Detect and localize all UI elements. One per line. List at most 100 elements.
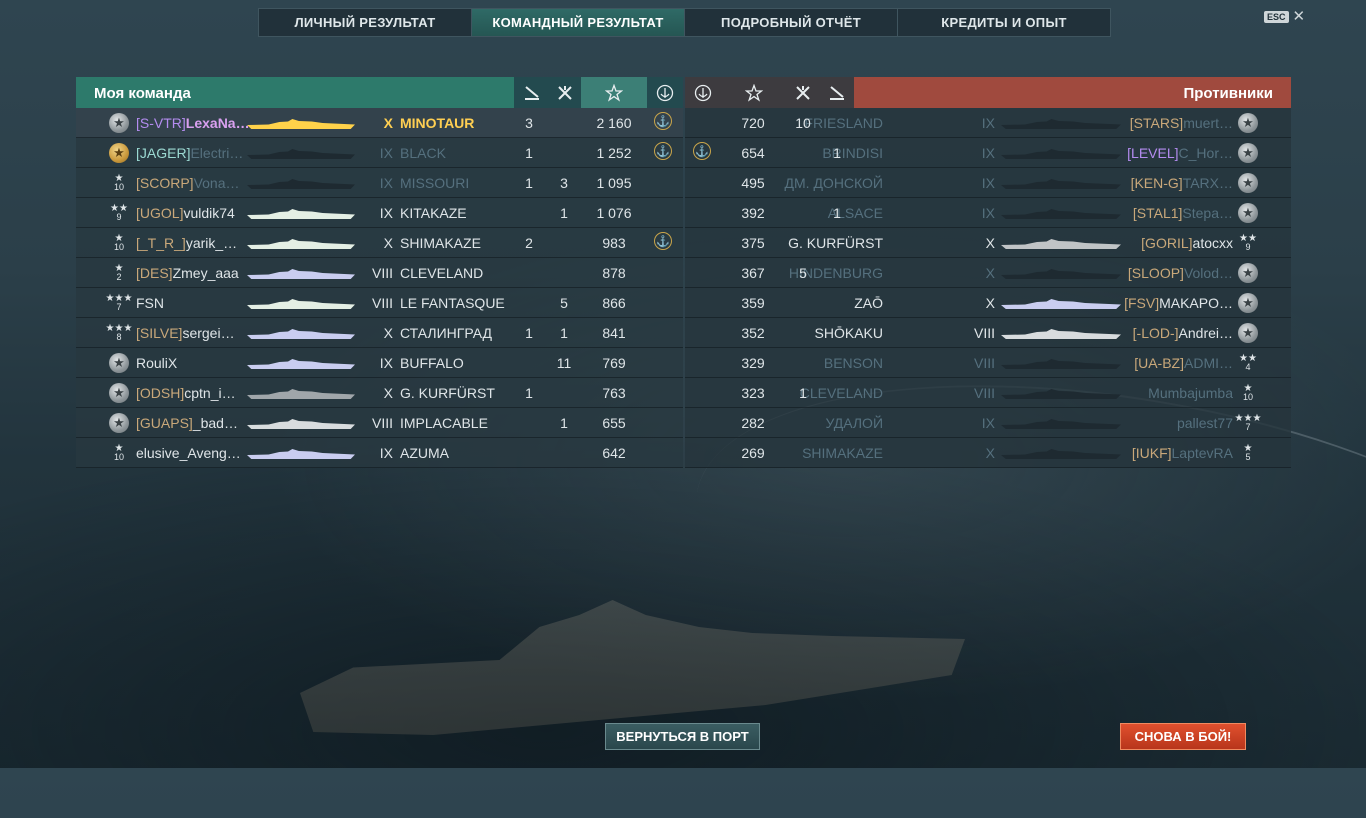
xp-value: 282 [741,415,765,431]
table-row[interactable]: ★★ 9 [GORIL]atocxx X G. KURFÜRST 375 [685,228,1291,258]
table-row[interactable]: ★★ 4 [UA-BZ]ADMI… VIII BENSON 329 [685,348,1291,378]
clan-tag: [STAL1] [1132,205,1183,221]
table-row[interactable]: ★ [KEN-G]TARX… IX ДМ. ДОНСКОЙ 495 [685,168,1291,198]
ship-tier: VIII [973,325,995,341]
ship-silhouette [1001,449,1121,459]
ship-silhouette [1001,359,1121,369]
player-name: _bad… [192,415,238,431]
torpedo-hits-icon[interactable] [514,77,549,108]
ship-tier: VIII [973,385,995,401]
table-row[interactable]: ★ RouliX IX BUFFALO 11 769 [76,348,683,378]
tab-detailed-report[interactable]: ПОДРОБНЫЙ ОТЧЁТ [685,9,898,36]
rank-medal-icon: ★ [1238,323,1258,343]
rank-medal-icon: ★ [1238,293,1258,313]
torpedo-hits-value: 1 [525,175,533,191]
tab-team-result[interactable]: КОМАНДНЫЙ РЕЗУЛЬТАТ [472,9,685,36]
table-row[interactable]: ★ 10 Mumbajumba VIII CLEVELAND 323 1 [685,378,1291,408]
table-row[interactable]: ★★★ 8 [SILVE]sergei… X СТАЛИНГРАД 1 1 841 [76,318,683,348]
rank-badge: ★ [1237,112,1259,134]
table-row[interactable]: ★ [FSV]MAKAPO… X ZAŌ 359 [685,288,1291,318]
anchor-icon[interactable] [647,77,683,108]
ship-silhouette [247,239,355,249]
ship-silhouette [1001,269,1121,279]
ship-silhouette [247,389,355,399]
xp-value: 352 [741,325,765,341]
clan-tag: [UA-BZ] [1134,355,1184,371]
planes-shot-icon[interactable] [549,77,581,108]
rank-number: 10 [113,452,124,462]
star-xp-icon[interactable] [581,77,647,108]
close-button[interactable]: ESC ✕ [1264,9,1306,24]
table-row[interactable]: ★ 2 [DES]Zmey_aaa VIII CLEVELAND 878 [76,258,683,288]
ship-tier: IX [379,445,393,461]
torpedo-hits-icon[interactable] [819,77,854,108]
close-icon[interactable]: ✕ [1293,9,1306,24]
ship-tier: IX [379,145,393,161]
rank-badge: ★★ 9 [1237,232,1259,254]
ship-tier: VIII [371,415,393,431]
table-row[interactable]: ★ 10 [SCORP]Vona… IX MISSOURI 1 3 1 095 [76,168,683,198]
table-row[interactable]: ★ [-LOD-]Andrei… VIII SHŌKAKU 352 [685,318,1291,348]
table-row[interactable]: ★ [LEVEL]C_Hor… IX BRINDISI ⚓ 654 1 [685,138,1291,168]
table-row[interactable]: ★ [GUAPS]_bad… VIII IMPLACABLE 1 655 [76,408,683,438]
ship-name: MINOTAUR [400,115,475,131]
ship-silhouette [247,419,355,429]
tab-personal-result[interactable]: ЛИЧНЫЙ РЕЗУЛЬТАТ [259,9,472,36]
planes-shot-value: 11 [556,355,572,371]
results-tabs: ЛИЧНЫЙ РЕЗУЛЬТАТ КОМАНДНЫЙ РЕЗУЛЬТАТ ПОД… [258,8,1111,37]
anchor-cell: ⚓ [654,232,674,250]
battle-again-button[interactable]: СНОВА В БОЙ! [1120,723,1246,750]
planes-shot-value: 10 [795,115,811,131]
return-to-port-button[interactable]: ВЕРНУТЬСЯ В ПОРТ [605,723,760,750]
xp-value: 983 [602,235,626,251]
rank-badge: ★ [1237,142,1259,164]
table-row[interactable]: ★★★ 7 pallest77 IX УДАЛОЙ 282 [685,408,1291,438]
player-name: cptn_i… [184,385,236,401]
ship-tier: IX [379,205,393,221]
ship-silhouette [1001,389,1121,399]
xp-value: 375 [741,235,765,251]
rank-number: 7 [116,302,122,312]
clan-tag: [ODSH] [136,385,185,401]
table-row[interactable]: ★ [SLOOP]Volod… X HINDENBURG 367 5 [685,258,1291,288]
rank-medal-icon: ★ [109,413,129,433]
ship-name: SHŌKAKU [814,325,883,341]
xp-value: 2 160 [596,115,632,131]
tab-credits-xp[interactable]: КРЕДИТЫ И ОПЫТ [898,9,1110,36]
planes-shot-value: 1 [799,385,807,401]
torpedo-hits-value: 3 [525,115,533,131]
planes-shot-icon[interactable] [787,77,819,108]
rank-number: 10 [113,242,124,252]
planes-shot-value: 1 [560,325,568,341]
rank-stars-icon: ★ 10 [113,443,124,462]
star-xp-icon[interactable] [721,77,787,108]
table-row[interactable]: ★ 10 elusive_Aveng… IX AZUMA 642 [76,438,683,468]
rank-badge: ★ 2 [108,262,130,284]
table-row[interactable]: ★★★ 7 FSN VIII LE FANTASQUE 5 866 [76,288,683,318]
table-row[interactable]: ★ [STARS]muert… IX FRIESLAND 720 10 [685,108,1291,138]
player-name: Andrei… [1178,325,1233,341]
table-row[interactable]: ★ [STAL1]Stepa… IX ALSACE 392 1 [685,198,1291,228]
torpedo-hits-value: 1 [833,205,841,221]
clan-tag: [IUKF] [1131,445,1172,461]
rank-badge: ★ [1237,292,1259,314]
ship-tier: X [383,235,393,251]
table-row[interactable]: ★ 5 [IUKF]LaptevRA X SHIMAKAZE 269 [685,438,1291,468]
player-name: C_Hor… [1178,145,1233,161]
clan-tag: [_T_R_] [136,235,186,251]
table-row[interactable]: ★ [JAGER]Electri… IX BLACK 1 1 252 ⚓ [76,138,683,168]
table-row[interactable]: ★ [ODSH]cptn_i… X G. KURFÜRST 1 763 [76,378,683,408]
ship-silhouette [247,449,355,459]
ship-silhouette [247,149,355,159]
anchor-icon[interactable] [685,77,721,108]
table-row[interactable]: ★ 10 [_T_R_]yarik_… X SHIMAKAZE 2 983 ⚓ [76,228,683,258]
ship-name: G. KURFÜRST [400,385,495,401]
table-row[interactable]: ★ [S-VTR]LexaNa… X MINOTAUR 3 2 160 ⚓ [76,108,683,138]
ship-silhouette [247,179,355,189]
xp-value: 1 095 [596,175,632,191]
rank-badge: ★ 10 [1237,382,1259,404]
ship-name: ZAŌ [854,295,883,311]
rank-badge: ★★ 4 [1237,352,1259,374]
table-row[interactable]: ★★ 9 [UGOL]vuldik74 IX KITAKAZE 1 1 076 [76,198,683,228]
player-name: Volod… [1183,265,1233,281]
